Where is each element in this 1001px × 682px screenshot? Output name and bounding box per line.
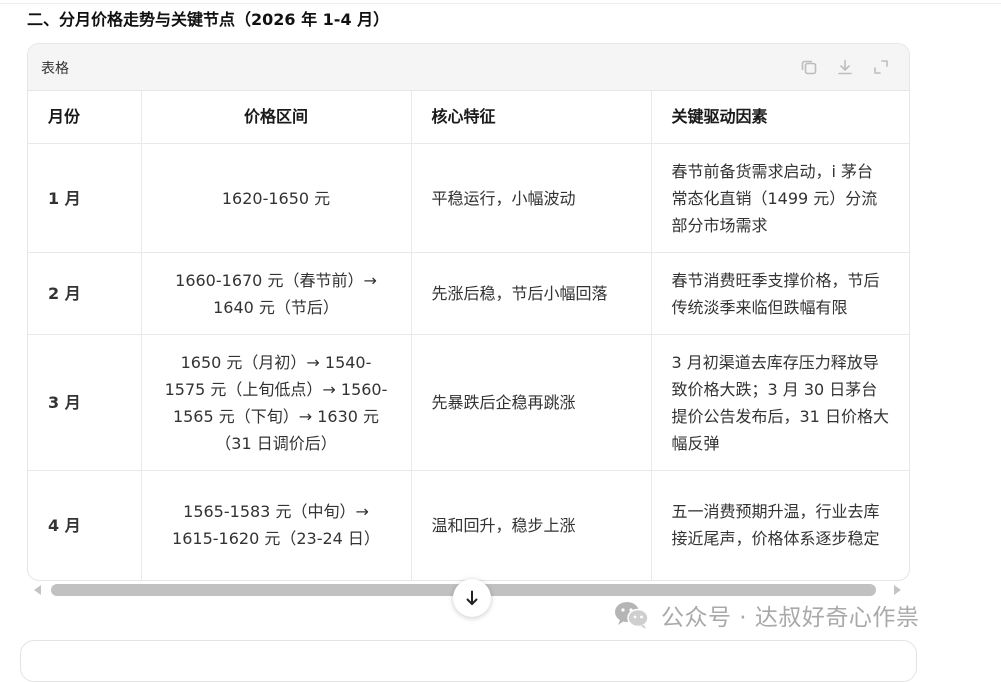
- watermark-text: 公众号 · 达叔好奇心作祟: [661, 605, 920, 631]
- table-card-header: 表格: [28, 44, 909, 91]
- column-header-month: 月份: [28, 90, 142, 144]
- column-header-driver: 关键驱动因素: [651, 90, 909, 144]
- table-card: 表格 月份 价格区间 核心特征 关键驱动因素 1 月 1620-1650 元 平…: [27, 43, 910, 581]
- scroll-right-arrow-icon[interactable]: [894, 585, 901, 595]
- price-table: 月份 价格区间 核心特征 关键驱动因素 1 月 1620-1650 元 平稳运行…: [28, 90, 909, 580]
- driver-cell: 五一消费预期升温，行业去库接近尾声，价格体系逐步稳定: [671, 502, 880, 549]
- driver-cell: 春节消费旺季支撑价格，节后传统淡季来临但跌幅有限: [651, 252, 909, 335]
- driver-cell: 春节前备货需求启动，i 茅台常态化直销（1499 元）分流部分市场需求: [651, 143, 909, 253]
- feature-cell: 先暴跌后企稳再跳涨: [411, 334, 652, 471]
- price-cell: 1565-1583 元（中旬）→ 1615-1620 元（23-24 日）: [141, 470, 412, 580]
- download-icon[interactable]: [835, 57, 855, 77]
- watermark: 公众号 · 达叔好奇心作祟: [613, 595, 919, 635]
- section-heading: 二、分月价格走势与关键节点（2026 年 1-4 月）: [27, 10, 390, 29]
- month-cell: 1 月: [28, 143, 142, 253]
- month-cell: 3 月: [28, 334, 142, 471]
- price-cell: 1620-1650 元: [141, 143, 412, 253]
- feature-cell: 先涨后稳，节后小幅回落: [411, 252, 652, 335]
- scroll-to-bottom-button[interactable]: [453, 579, 491, 617]
- feature-cell: 温和回升，稳步上涨: [411, 470, 652, 580]
- table-header-row: 月份 价格区间 核心特征 关键驱动因素: [28, 90, 909, 144]
- table-row: 1 月 1620-1650 元 平稳运行，小幅波动 春节前备货需求启动，i 茅台…: [28, 143, 909, 253]
- month-cell: 2 月: [28, 252, 142, 335]
- next-content-panel: [20, 640, 917, 682]
- column-header-feature: 核心特征: [411, 90, 652, 144]
- top-divider: [0, 3, 1001, 4]
- wechat-logo-icon: [613, 599, 651, 631]
- price-cell: 1660-1670 元（春节前）→ 1640 元（节后）: [141, 252, 412, 335]
- arrow-down-icon: [466, 590, 478, 605]
- scroll-left-arrow-icon[interactable]: [34, 585, 41, 595]
- table-row: 3 月 1650 元（月初）→ 1540-1575 元（上旬低点）→ 1560-…: [28, 334, 909, 471]
- table-row: 2 月 1660-1670 元（春节前）→ 1640 元（节后） 先涨后稳，节后…: [28, 252, 909, 335]
- table-row: 4 月 1565-1583 元（中旬）→ 1615-1620 元（23-24 日…: [28, 470, 909, 580]
- fullscreen-icon[interactable]: [871, 57, 891, 77]
- feature-cell: 平稳运行，小幅波动: [411, 143, 652, 253]
- driver-cell: 3 月初渠道去库存压力释放导致价格大跌；3 月 30 日茅台提价公告发布后，31…: [651, 334, 909, 471]
- table-title: 表格: [41, 61, 69, 77]
- column-header-price: 价格区间: [141, 90, 412, 144]
- price-cell: 1650 元（月初）→ 1540-1575 元（上旬低点）→ 1560-1565…: [141, 334, 412, 471]
- copy-icon[interactable]: [799, 57, 819, 77]
- month-cell: 4 月: [28, 470, 142, 580]
